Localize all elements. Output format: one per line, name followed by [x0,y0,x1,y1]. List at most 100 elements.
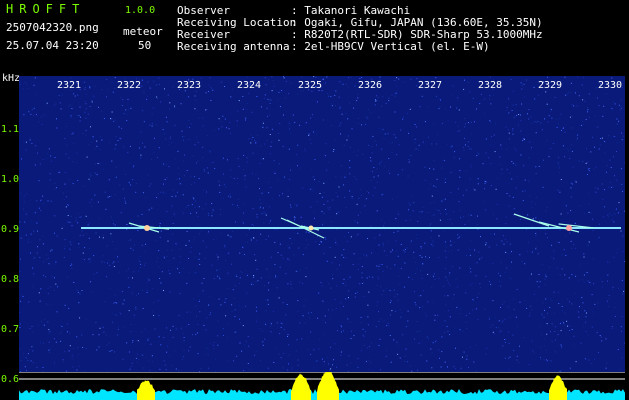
noise-speck [177,268,179,270]
noise-speck [202,156,204,158]
noise-speck [64,304,66,306]
noise-speck [270,145,272,147]
noise-speck [217,344,219,346]
noise-speck [508,132,510,134]
noise-speck [330,96,332,98]
noise-speck [69,242,71,244]
noise-speck [531,340,533,342]
noise-speck [22,296,24,297]
noise-speck [404,262,406,264]
noise-speck [289,128,291,130]
noise-speck [531,251,533,253]
noise-speck [366,116,368,118]
noise-speck [178,272,180,274]
noise-speck [622,251,624,252]
noise-speck [371,146,373,148]
noise-speck [269,153,271,155]
noise-speck [122,358,124,360]
noise-speck [431,195,433,197]
noise-speck [138,293,139,295]
noise-speck [107,350,109,352]
noise-speck [82,133,84,134]
noise-speck [608,212,610,214]
noise-speck [408,202,410,204]
noise-speck [453,366,455,368]
noise-speck [499,331,501,333]
noise-speck [143,121,145,123]
noise-speck [570,196,572,198]
noise-speck [129,162,131,164]
noise-speck [470,240,472,242]
noise-speck [335,90,337,92]
noise-speck [178,178,180,180]
datetime: 25.07.04 23:20 [6,39,99,52]
noise-speck [270,256,272,258]
noise-speck [206,109,208,111]
noise-speck [282,194,283,196]
noise-speck [591,294,593,296]
noise-speck [130,239,132,241]
noise-speck [144,328,146,330]
noise-speck [233,178,235,179]
noise-speck [258,178,259,180]
noise-speck [169,354,171,356]
noise-speck [83,259,85,260]
noise-speck [427,273,429,275]
noise-speck [376,168,378,170]
noise-speck [394,264,396,266]
noise-speck [383,225,385,227]
noise-speck [32,287,34,289]
noise-speck [232,231,233,232]
noise-speck [112,91,114,93]
noise-speck [268,235,269,237]
noise-speck [257,134,259,136]
noise-speck [611,327,613,329]
noise-speck [378,128,380,130]
noise-speck [584,100,586,102]
noise-speck [42,195,44,197]
noise-speck [379,338,381,340]
noise-speck [521,88,523,90]
noise-speck [574,292,576,294]
noise-speck [528,109,530,110]
noise-speck [313,187,314,189]
noise-speck [447,251,449,253]
noise-speck [478,153,480,155]
noise-speck [294,203,296,205]
noise-speck [217,275,218,277]
noise-speck [543,359,545,361]
y-tick-label: 0.9 [1,224,20,235]
noise-speck [73,143,74,144]
noise-speck [463,88,465,90]
noise-speck [215,358,217,360]
noise-speck [78,115,80,117]
noise-speck [76,369,78,371]
noise-speck [283,114,284,116]
noise-speck [293,254,295,256]
noise-speck [539,356,541,358]
noise-speck [381,294,383,296]
noise-speck [192,334,193,336]
noise-speck [104,301,106,302]
noise-speck [407,176,409,178]
noise-speck [505,338,507,340]
noise-speck [555,326,556,328]
noise-speck [431,143,433,145]
noise-speck [327,309,329,311]
noise-speck [350,362,352,364]
noise-speck [372,276,374,278]
noise-speck [36,252,38,254]
noise-speck [476,108,477,110]
noise-speck [390,300,392,302]
noise-speck [115,166,117,168]
noise-speck [237,110,239,112]
noise-speck [152,361,153,363]
noise-speck [207,367,209,369]
noise-speck [566,320,568,322]
noise-speck [518,114,520,115]
noise-speck [85,129,87,131]
noise-speck [520,120,522,122]
noise-speck [112,313,114,315]
noise-speck [561,345,563,347]
noise-speck [131,224,133,226]
